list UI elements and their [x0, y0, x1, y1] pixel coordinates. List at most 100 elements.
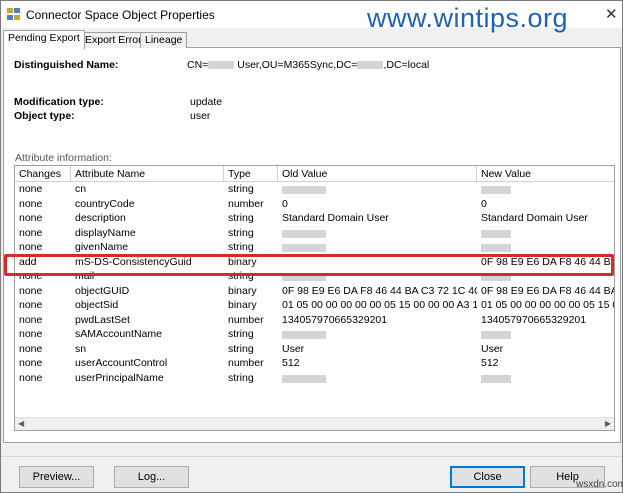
cell-name: givenName [75, 241, 129, 253]
table-row[interactable]: none sAMAccountName string [15, 327, 614, 342]
cell-type: string [228, 212, 254, 224]
cell-name: userPrincipalName [75, 371, 164, 384]
cell-new: 01 05 00 00 00 00 00 05 15 00 [481, 299, 614, 311]
footer-watermark: wsxdn.com [576, 479, 623, 490]
cell-type: string [228, 183, 254, 195]
table-row[interactable]: none mail string [15, 269, 614, 284]
table-row[interactable]: none description string Standard Domain Use… [15, 211, 614, 226]
modification-type-value: update [190, 96, 223, 108]
redacted-block [481, 244, 511, 253]
dn-prefix: CN= [187, 59, 209, 71]
cell-name: displayName [75, 226, 136, 239]
dn-suffix: ,DC=local [383, 59, 430, 71]
cell-name: objectGUID [75, 284, 130, 297]
cell-name: description [75, 212, 126, 224]
tab-pending-export[interactable]: Pending Export [3, 30, 85, 49]
table-row[interactable]: none userPrincipalName string [15, 371, 614, 386]
table-row[interactable]: none userAccountControl number 512 512 [15, 356, 614, 371]
cell-name: sAMAccountName [75, 328, 162, 340]
redacted-block [481, 273, 511, 282]
close-icon[interactable]: ✕ [605, 5, 618, 23]
cell-old-redacted [278, 328, 477, 340]
cell-old: 512 [282, 357, 300, 369]
object-type-value: user [190, 110, 211, 122]
table-row[interactable]: none countryCode number 0 0 [15, 197, 614, 212]
table-row[interactable]: add mS-DS-ConsistencyGuid binary 0F 98 E9 E… [15, 255, 614, 270]
app-icon [7, 8, 20, 20]
column-header-changes[interactable]: Changes [15, 166, 71, 182]
modification-type-label: Modification type: [14, 96, 104, 108]
column-header-new-value[interactable]: New Value [477, 166, 614, 182]
attribute-list[interactable]: Changes Attribute Name Type Old Value Ne… [14, 165, 615, 431]
table-row[interactable]: none pwdLastSet number 134057970665329201 13… [15, 313, 614, 328]
cell-change: none [19, 212, 43, 224]
cell-name: objectSid [75, 299, 119, 311]
cell-old: 0 [282, 197, 288, 210]
cell-change: none [19, 270, 43, 282]
cell-type: number [228, 197, 264, 210]
preview-button[interactable]: Preview... [19, 466, 94, 488]
redacted-block [481, 186, 511, 195]
cell-type: string [228, 371, 254, 384]
bottom-divider [1, 456, 622, 457]
table-row[interactable]: none givenName string [15, 240, 614, 255]
object-type-label: Object type: [14, 110, 75, 122]
redacted-block [481, 229, 511, 238]
scroll-right-icon[interactable]: ▶ [605, 419, 611, 428]
cell-change: none [19, 183, 43, 195]
cell-type: binary [228, 284, 257, 297]
cell-name: countryCode [75, 197, 135, 210]
close-button[interactable]: Close [450, 466, 525, 488]
scroll-left-icon[interactable]: ◀ [18, 419, 24, 428]
horizontal-scrollbar[interactable]: ◀ ▶ [15, 417, 614, 430]
cell-old: Standard Domain User [282, 212, 389, 224]
cell-name: mS-DS-ConsistencyGuid [75, 255, 192, 268]
tab-strip: Pending Export Export Error Lineage [3, 30, 621, 49]
column-header-attribute-name[interactable]: Attribute Name [71, 166, 224, 182]
attribute-info-label: Attribute information: [15, 152, 112, 164]
cell-old: 134057970665329201 [282, 313, 388, 326]
cell-name: userAccountControl [75, 357, 168, 369]
column-header-type[interactable]: Type [224, 166, 278, 182]
cell-old-redacted [278, 227, 477, 239]
dn-value: CN= User,OU=M365Sync,DC= ,DC=local [187, 59, 429, 71]
cell-new: 0F 98 E9 E6 DA F8 46 44 BA C [481, 284, 614, 297]
cell-type: binary [228, 299, 257, 311]
table-row[interactable]: none objectGUID binary 0F 98 E9 E6 DA F8 46… [15, 284, 614, 299]
table-row[interactable]: none cn string [15, 182, 614, 197]
tab-export-error[interactable]: Export Error [80, 32, 147, 48]
cell-change: none [19, 328, 43, 340]
cell-change: none [19, 284, 43, 297]
cell-change: none [19, 226, 43, 239]
cell-type: string [228, 342, 254, 355]
cell-old-redacted [278, 270, 477, 282]
cell-change: none [19, 371, 43, 384]
tab-lineage[interactable]: Lineage [140, 32, 188, 48]
redacted-block [282, 331, 326, 340]
redacted-block [357, 61, 384, 70]
table-row[interactable]: none displayName string [15, 226, 614, 241]
table-row[interactable]: none objectSid binary 01 05 00 00 00 00 00 … [15, 298, 614, 313]
redacted-block [282, 374, 326, 383]
dn-label: Distinguished Name: [14, 59, 119, 71]
cell-new: 512 [481, 357, 499, 369]
cell-type: string [228, 241, 254, 253]
cell-new: 0 [481, 197, 487, 210]
cell-type: string [228, 270, 254, 282]
cell-new-redacted [477, 227, 614, 239]
cell-old: 01 05 00 00 00 00 00 05 15 00 00 00 A3 1… [282, 299, 477, 311]
cell-old-redacted [278, 372, 477, 384]
cell-change: none [19, 313, 43, 326]
cell-name: cn [75, 183, 87, 195]
cell-name: sn [75, 342, 87, 355]
cell-change: none [19, 357, 43, 369]
cell-new: Standard Domain User [481, 212, 588, 224]
dn-middle: User,OU=M365Sync,DC= [234, 59, 358, 71]
column-header-old-value[interactable]: Old Value [278, 166, 477, 182]
table-row[interactable]: none sn string User User [15, 342, 614, 357]
cell-type: string [228, 226, 254, 239]
title-bar: Connector Space Object Properties www.wi… [1, 1, 622, 33]
log-button[interactable]: Log... [114, 466, 189, 488]
cell-change: none [19, 342, 43, 355]
redacted-block [282, 273, 326, 282]
